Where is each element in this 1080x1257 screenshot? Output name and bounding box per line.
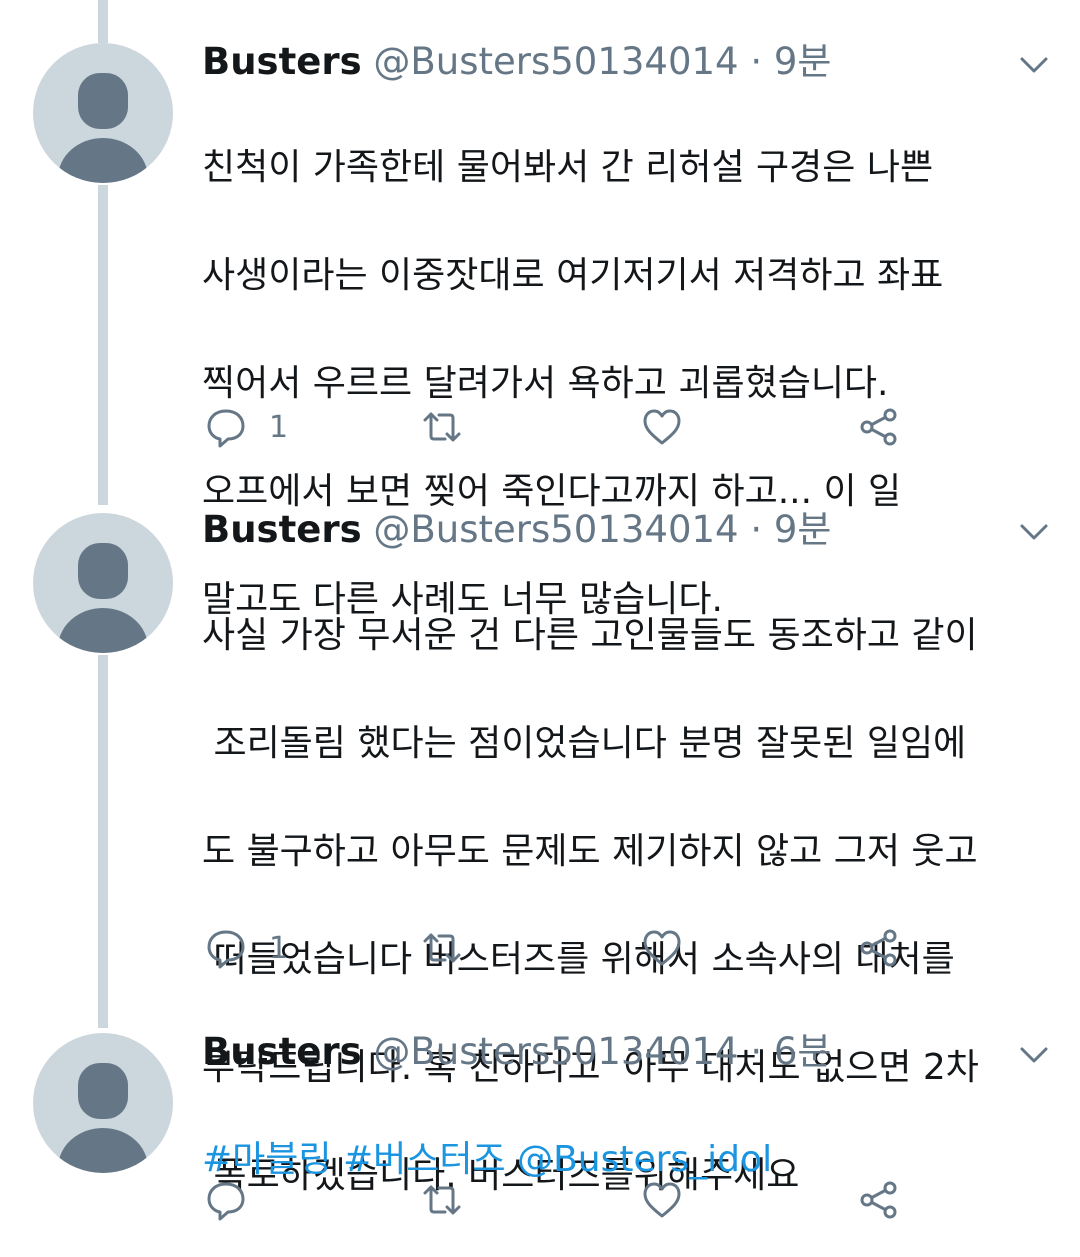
share-button[interactable] xyxy=(858,402,900,452)
hashtag-link[interactable]: #마블링 xyxy=(202,1139,332,1180)
handle[interactable]: @Busters50134014 xyxy=(373,40,738,83)
like-icon xyxy=(643,930,681,966)
like-icon xyxy=(643,1182,681,1218)
tweet-text-line: 도 불구하고 아무도 문제도 제기하지 않고 그저 웃고 xyxy=(202,831,978,872)
avatar-head-shape xyxy=(78,543,128,599)
retweet-icon xyxy=(423,412,461,442)
reply-count: 1 xyxy=(269,409,289,445)
reply-count: 1 xyxy=(269,930,289,966)
tweet[interactable]: Busters @Busters50134014 · 9분 친척이 가족한테 물… xyxy=(0,0,1080,620)
avatar-body-shape xyxy=(58,1128,148,1173)
avatar-body-shape xyxy=(58,138,148,183)
share-icon xyxy=(860,408,897,446)
tweet-text-line: 사생이라는 이중잣대로 여기저기서 저격하고 좌표 xyxy=(202,255,944,296)
share-icon xyxy=(860,1181,897,1219)
avatar[interactable] xyxy=(33,43,173,183)
mention-link[interactable]: @Busters_idol xyxy=(517,1139,772,1180)
tweet-text-line: 친척이 가족한테 물어봐서 간 리허설 구경은 나쁜 xyxy=(202,147,934,188)
handle[interactable]: @Busters50134014 xyxy=(373,1030,738,1073)
like-button[interactable] xyxy=(641,402,683,452)
display-name[interactable]: Busters xyxy=(202,508,362,551)
tweet-header: Busters @Busters50134014 · 9분 xyxy=(202,502,831,558)
like-icon xyxy=(643,409,681,445)
retweet-button[interactable] xyxy=(421,402,463,452)
reply-button[interactable]: 1 xyxy=(205,402,288,452)
separator: · xyxy=(738,1030,774,1073)
reply-button[interactable] xyxy=(205,1175,269,1225)
separator: · xyxy=(738,508,774,551)
tweet-text-line: 조리돌림 했다는 점이었습니다 분명 잘못된 일임에 xyxy=(202,723,967,764)
timestamp[interactable]: 9분 xyxy=(774,508,832,551)
avatar-body-shape xyxy=(58,608,148,653)
like-button[interactable] xyxy=(641,923,683,973)
tweet-header: Busters @Busters50134014 · 6분 xyxy=(202,1024,831,1080)
reply-button[interactable]: 1 xyxy=(205,923,288,973)
timestamp[interactable]: 6분 xyxy=(774,1030,832,1073)
reply-icon xyxy=(207,409,245,448)
chevron-down-icon[interactable] xyxy=(1019,55,1049,75)
display-name[interactable]: Busters xyxy=(202,1030,362,1073)
reply-icon xyxy=(207,930,245,969)
action-bar: 1 xyxy=(0,402,1080,452)
chevron-down-icon[interactable] xyxy=(1019,1045,1049,1065)
display-name[interactable]: Busters xyxy=(202,40,362,83)
share-button[interactable] xyxy=(858,1175,900,1225)
share-button[interactable] xyxy=(858,923,900,973)
avatar-head-shape xyxy=(78,1063,128,1119)
reply-icon xyxy=(207,1182,245,1221)
retweet-button[interactable] xyxy=(421,923,463,973)
avatar-head-shape xyxy=(78,73,128,129)
tweet-header: Busters @Busters50134014 · 9분 xyxy=(202,34,831,90)
like-button[interactable] xyxy=(641,1175,683,1225)
action-bar: 1 xyxy=(0,923,1080,973)
chevron-down-icon[interactable] xyxy=(1019,522,1049,542)
handle[interactable]: @Busters50134014 xyxy=(373,508,738,551)
hashtag-link[interactable]: #버스터즈 xyxy=(343,1139,506,1180)
retweet-icon xyxy=(423,1185,461,1215)
retweet-icon xyxy=(423,933,461,963)
separator: · xyxy=(738,40,774,83)
avatar[interactable] xyxy=(33,513,173,653)
share-icon xyxy=(860,929,897,967)
action-bar xyxy=(0,1175,1080,1225)
retweet-button[interactable] xyxy=(421,1175,463,1225)
tweet-text-line: 사실 가장 무서운 건 다른 고인물들도 동조하고 같이 xyxy=(202,615,978,656)
avatar[interactable] xyxy=(33,1033,173,1173)
tweet[interactable]: Busters @Busters50134014 · 9분 사실 가장 무서운 … xyxy=(0,470,1080,1196)
timestamp[interactable]: 9분 xyxy=(774,40,832,83)
tweet[interactable]: Busters @Busters50134014 · 6분 #마블링 #버스터즈… xyxy=(0,990,1080,1236)
